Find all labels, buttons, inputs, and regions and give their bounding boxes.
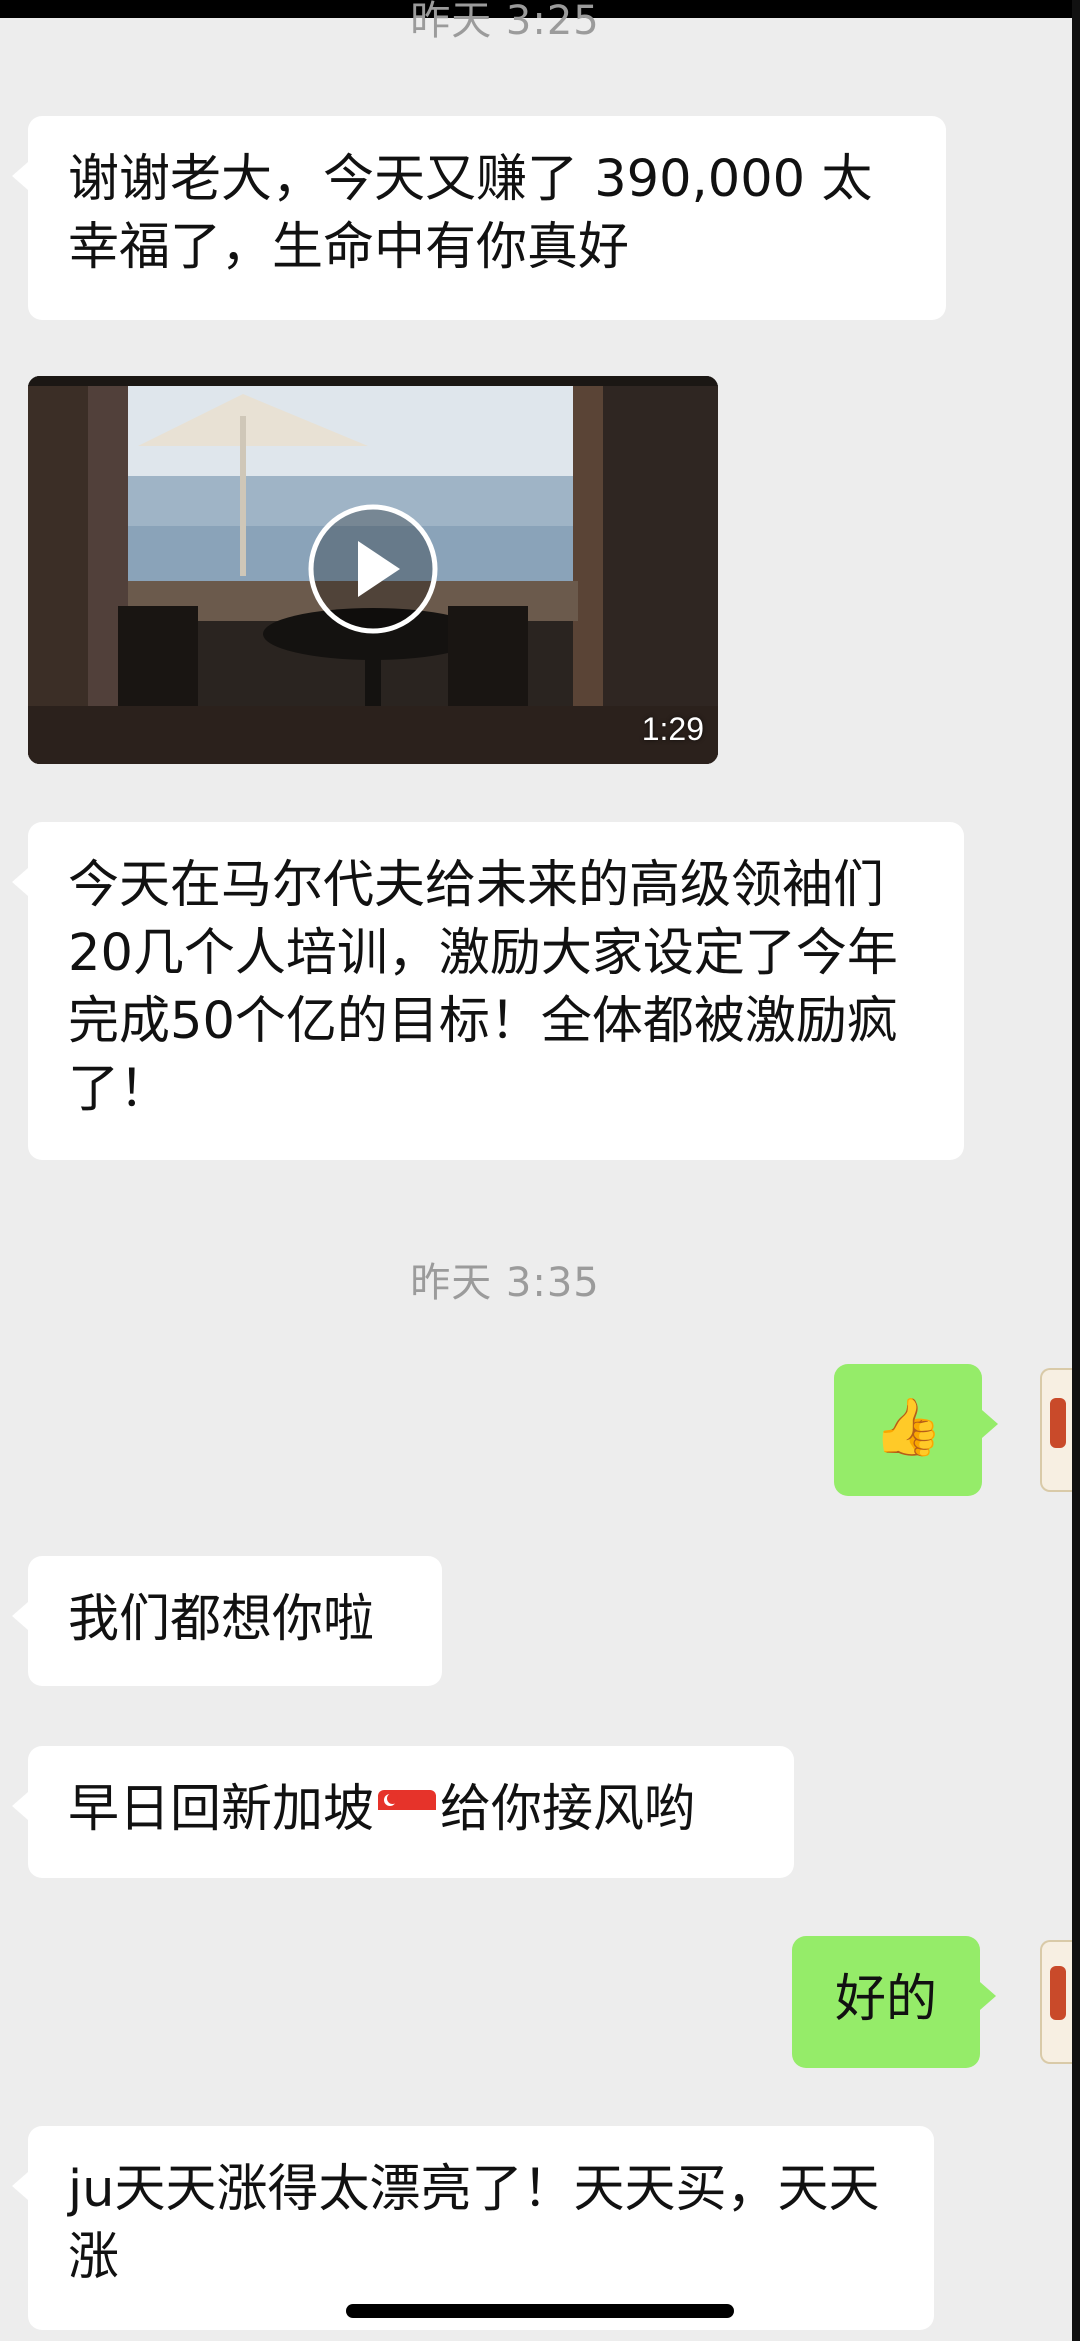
message-text: 谢谢老大，今天又赚了 390,000 太幸福了，生命中有你真好 — [68, 150, 873, 277]
message-bubble-outgoing[interactable]: 好的 — [792, 1936, 996, 2068]
message-bubble-incoming[interactable]: 早日回新加坡 给你接风哟 — [12, 1746, 794, 1878]
message-text: 给你接风哟 — [440, 1780, 696, 1839]
message-text: 早日回新加坡 — [68, 1780, 375, 1839]
video-duration: 1:29 — [641, 711, 704, 747]
message-text: 今天在马尔代夫给未来的高级领袖们20几个人培训，激励大家设定了今年完成50个亿的… — [68, 856, 898, 1119]
play-icon[interactable] — [308, 504, 438, 634]
message-bubble-incoming[interactable]: 谢谢老大，今天又赚了 390,000 太幸福了，生命中有你真好 — [12, 116, 946, 320]
avatar[interactable] — [1040, 1940, 1072, 2064]
timestamp-2: 昨天 3:35 — [410, 1260, 600, 1306]
message-text: 好的 — [834, 1970, 937, 2029]
message-bubble-incoming[interactable]: 今天在马尔代夫给未来的高级领袖们20几个人培训，激励大家设定了今年完成50个亿的… — [12, 822, 964, 1160]
message-bubble-outgoing[interactable]: 👍 — [834, 1364, 998, 1496]
message-text: ju天天涨得太漂亮了！天天买，天天涨 — [68, 2160, 880, 2287]
avatar[interactable] — [1040, 1368, 1072, 1492]
timestamp-1: 昨天 3:25 — [410, 0, 600, 44]
video-thumbnail — [28, 376, 718, 764]
message-bubble-incoming[interactable]: 我们都想你啦 — [12, 1556, 442, 1686]
message-bubble-incoming[interactable]: ju天天涨得太漂亮了！天天买，天天涨 — [12, 2126, 934, 2330]
screen-edge — [1072, 0, 1080, 2341]
singapore-flag-icon — [378, 1790, 437, 1830]
message-text: 我们都想你啦 — [68, 1590, 375, 1649]
thumbs-up-icon: 👍 — [873, 1395, 943, 1460]
video-message[interactable]: 1:29 — [28, 376, 718, 764]
home-indicator[interactable] — [346, 2304, 734, 2318]
